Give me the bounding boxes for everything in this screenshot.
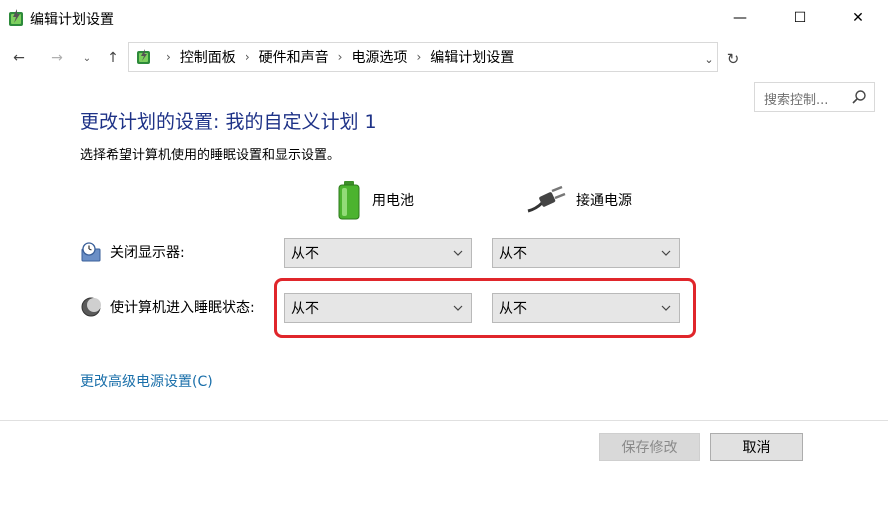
breadcrumb-edit-plan[interactable]: 编辑计划设置 (430, 47, 514, 67)
display-ac-select[interactable]: 从不 (492, 238, 680, 268)
breadcrumb-control-panel[interactable]: 控制面板 (180, 47, 236, 67)
title-bar: 编辑计划设置 — ☐ ✕ (0, 0, 888, 36)
page-title: 更改计划的设置: 我的自定义计划 1 (80, 111, 377, 133)
sleep-row-label: 使计算机进入睡眠状态: (80, 293, 255, 321)
save-button[interactable]: 保存修改 (599, 433, 700, 461)
breadcrumb-separator: › (244, 50, 250, 64)
refresh-button[interactable]: ↻ (722, 46, 744, 72)
page-subtitle: 选择希望计算机使用的睡眠设置和显示设置。 (80, 148, 341, 163)
battery-column-header: 用电池 (336, 178, 414, 222)
footer: 保存修改 取消 (0, 421, 888, 519)
breadcrumb-separator: › (337, 50, 343, 64)
power-plug-icon (527, 185, 566, 213)
battery-icon (338, 181, 360, 220)
main-content: 更改计划的设置: 我的自定义计划 1 选择希望计算机使用的睡眠设置和显示设置。 … (0, 76, 888, 422)
battery-column-label: 用电池 (372, 193, 414, 209)
display-battery-value: 从不 (291, 246, 319, 262)
close-button[interactable]: ✕ (828, 0, 888, 36)
breadcrumb: › 控制面板 › 硬件和声音 › 电源选项 › 编辑计划设置 (157, 43, 514, 71)
ac-column-header: 接通电源 (526, 178, 632, 222)
back-button[interactable]: ← (6, 46, 32, 70)
sleep-label: 使计算机进入睡眠状态: (110, 300, 255, 316)
address-dropdown-button[interactable]: ⌄ (697, 46, 721, 72)
breadcrumb-power-options[interactable]: 电源选项 (351, 47, 407, 67)
chevron-down-icon (453, 250, 463, 256)
up-button[interactable]: ↑ (102, 46, 124, 70)
breadcrumb-separator: › (416, 50, 422, 64)
display-battery-select[interactable]: 从不 (284, 238, 472, 268)
maximize-button[interactable]: ☐ (770, 0, 830, 36)
power-options-app-icon (9, 9, 23, 26)
recent-locations-button[interactable]: ⌄ (78, 46, 96, 70)
address-bar[interactable]: › 控制面板 › 硬件和声音 › 电源选项 › 编辑计划设置 (128, 42, 718, 72)
breadcrumb-separator: › (166, 50, 171, 64)
sleep-moon-icon (81, 297, 101, 317)
display-ac-value: 从不 (499, 246, 527, 262)
window-title: 编辑计划设置 (30, 12, 114, 28)
turn-off-display-row-label: 关闭显示器: (80, 238, 185, 266)
ac-column-label: 接通电源 (576, 193, 632, 209)
navigation-bar: ← → ⌄ ↑ › 控制面板 › 硬件和声音 › 电源选项 › 编辑计划设置 搜… (0, 40, 888, 112)
highlight-box (274, 278, 696, 338)
display-timer-icon (81, 242, 101, 262)
minimize-button[interactable]: — (710, 0, 770, 36)
breadcrumb-hardware-sound[interactable]: 硬件和声音 (259, 47, 329, 67)
chevron-down-icon (661, 250, 671, 256)
advanced-power-settings-link[interactable]: 更改高级电源设置(C) (80, 371, 213, 391)
forward-button[interactable]: → (44, 46, 70, 70)
cancel-button[interactable]: 取消 (710, 433, 803, 461)
control-panel-icon (137, 49, 150, 64)
turn-off-display-label: 关闭显示器: (110, 245, 185, 261)
